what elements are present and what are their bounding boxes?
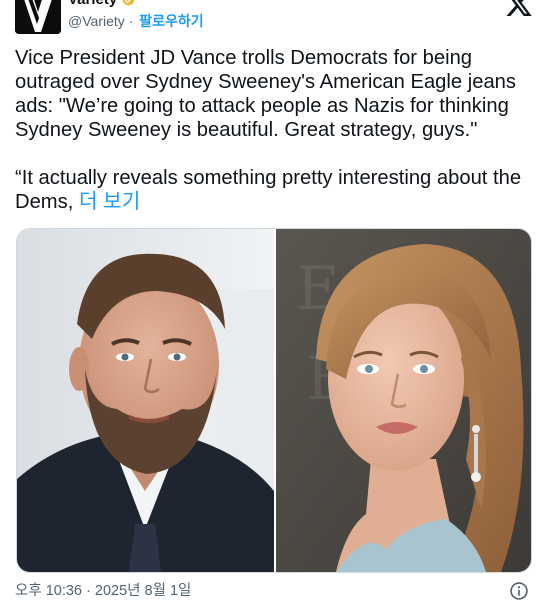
x-logo-icon[interactable] [505,0,533,18]
show-more-link[interactable]: 더 보기 [79,191,140,213]
account-name[interactable]: Variety [68,0,117,9]
tweet-page: Variety @Variety · 팔로우하기 Vice President … [0,0,545,601]
account-name-row[interactable]: Variety [68,0,136,9]
photo-man-portrait[interactable] [17,229,274,572]
separator: · [124,13,138,29]
verified-gold-badge-icon [122,0,135,6]
photo-woman-portrait[interactable]: E B [276,229,531,572]
tweet-timestamp[interactable]: 오후 10:36 · 2025년 8월 1일 [15,582,191,600]
tweet-text: Vice President JD Vance trolls Democrats… [15,46,533,214]
avatar[interactable] [15,0,61,34]
info-icon[interactable] [509,581,529,601]
tweet-media[interactable]: E B [16,228,532,573]
account-handle[interactable]: @Variety [68,12,125,30]
tweet-body: Vice President JD Vance trolls Democrats… [15,47,522,213]
follow-button[interactable]: 팔로우하기 [139,12,203,30]
handle-row: @Variety · 팔로우하기 [68,12,204,30]
variety-logo-icon [15,0,61,34]
